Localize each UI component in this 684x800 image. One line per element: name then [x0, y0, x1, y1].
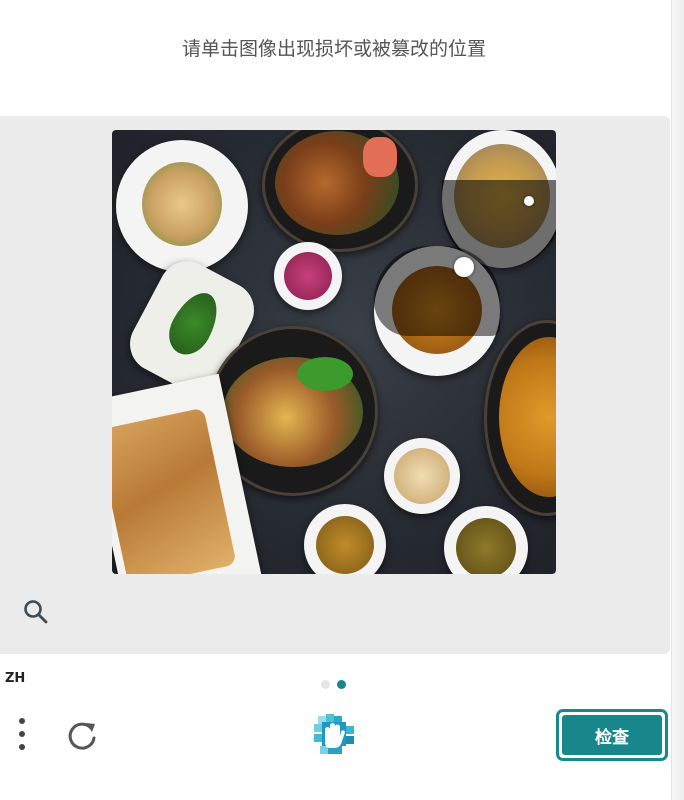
zoom-button[interactable]: [22, 598, 50, 626]
sauce-bowl-right: [444, 506, 528, 574]
refresh-button[interactable]: [64, 718, 100, 754]
page-dot-inactive: [321, 680, 330, 689]
challenge-prompt: 请单击图像出现损坏或被篡改的位置: [181, 38, 486, 60]
menu-button[interactable]: [14, 716, 30, 754]
page-dot-active: [337, 680, 346, 689]
stew-bowl: [262, 130, 418, 252]
language-selector[interactable]: ZH: [5, 671, 25, 686]
side-strip: [671, 0, 684, 800]
check-button-label: 检查: [562, 715, 662, 755]
check-button[interactable]: 检查: [556, 709, 668, 761]
challenge-image[interactable]: [112, 130, 556, 574]
curry-plate: [484, 320, 556, 516]
click-marker: [454, 257, 474, 277]
tampered-region-bowl: [374, 246, 500, 336]
rice-plate: [116, 140, 248, 272]
beet-bowl: [274, 242, 342, 310]
refresh-icon: [68, 722, 96, 750]
sauce-bowl-left: [304, 504, 386, 574]
click-marker: [524, 196, 534, 206]
vertical-dots-icon: [19, 718, 25, 750]
hand-logo-icon: [314, 714, 354, 754]
page-indicator: [321, 674, 353, 693]
noodle-bowl: [384, 438, 460, 514]
brand-logo: [310, 712, 358, 758]
search-icon: [24, 600, 48, 624]
